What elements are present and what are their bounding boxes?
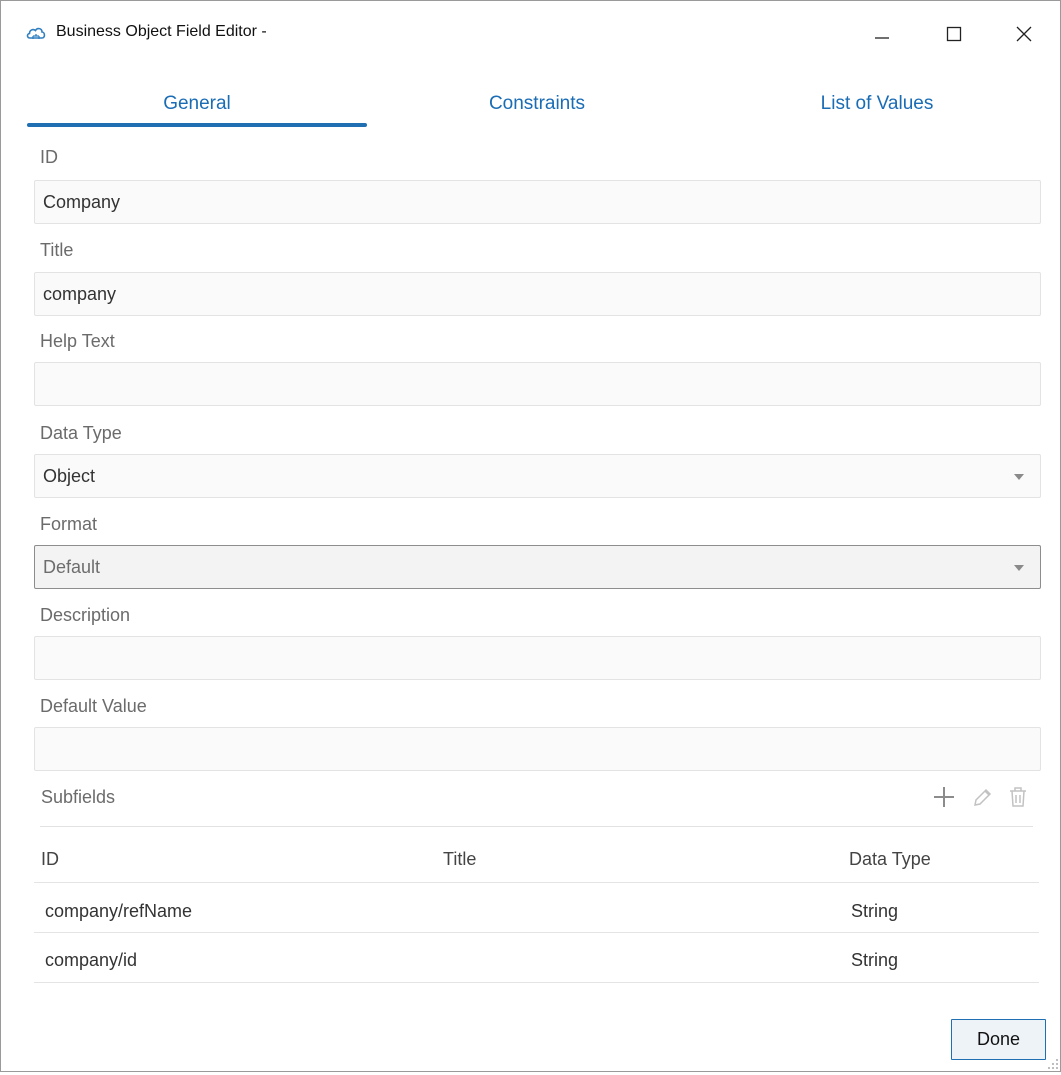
help-text-label: Help Text (40, 331, 115, 351)
data-type-value: Object (43, 466, 96, 486)
chevron-down-icon (1014, 474, 1024, 480)
description-label: Description (40, 605, 131, 625)
row-data-type: String (851, 901, 899, 921)
title-field-value: company (43, 284, 117, 304)
add-subfield-button[interactable] (931, 783, 957, 811)
description-field[interactable] (34, 636, 1041, 680)
title-field[interactable]: company (34, 272, 1041, 316)
edit-icon (974, 788, 992, 806)
column-header-id[interactable]: ID (41, 849, 59, 870)
subfields-divider (40, 826, 1033, 827)
help-text-field[interactable] (34, 362, 1041, 406)
close-button[interactable] (1001, 11, 1047, 57)
data-type-select[interactable]: Object (34, 454, 1041, 498)
chevron-down-icon (1014, 565, 1024, 571)
active-tab-indicator (27, 123, 367, 127)
data-type-label: Data Type (40, 423, 122, 443)
resize-grip-icon[interactable] (1047, 1057, 1059, 1069)
title-label: Title (40, 240, 74, 260)
minimize-icon (875, 37, 889, 39)
row-divider (34, 982, 1039, 983)
id-label: ID (40, 147, 58, 167)
header-divider (34, 882, 1039, 883)
default-value-field[interactable] (34, 727, 1041, 771)
id-field-value: Company (43, 192, 121, 212)
maximize-icon (946, 26, 962, 42)
format-value: Default (43, 557, 101, 577)
tab-general[interactable]: General (27, 93, 367, 115)
tab-constraints[interactable]: Constraints (367, 93, 707, 115)
row-id: company/id (45, 950, 138, 970)
format-label: Format (40, 514, 98, 534)
row-data-type: String (851, 950, 899, 970)
id-field[interactable]: Company (34, 180, 1041, 224)
default-value-label: Default Value (40, 696, 147, 716)
tab-list-of-values[interactable]: List of Values (707, 93, 1047, 115)
row-divider (34, 932, 1039, 933)
column-header-data-type[interactable]: Data Type (849, 849, 931, 870)
row-id: company/refName (45, 901, 193, 921)
title-bar: Business Object Field Editor - (1, 1, 1060, 67)
subfields-label: Subfields (41, 787, 116, 807)
minimize-button[interactable] (859, 11, 905, 57)
add-icon (934, 787, 954, 807)
window-title: Business Object Field Editor - (56, 23, 267, 40)
delete-subfield-button[interactable] (1007, 783, 1029, 811)
close-icon (1016, 26, 1032, 42)
field-editor-window: Business Object Field Editor - General C… (0, 0, 1061, 1072)
delete-icon (1010, 787, 1026, 807)
cloud-app-icon (25, 23, 47, 45)
maximize-button[interactable] (931, 11, 977, 57)
column-header-title[interactable]: Title (443, 849, 476, 870)
edit-subfield-button[interactable] (971, 783, 993, 811)
format-select[interactable]: Default (34, 545, 1041, 589)
done-button[interactable]: Done (951, 1019, 1046, 1060)
